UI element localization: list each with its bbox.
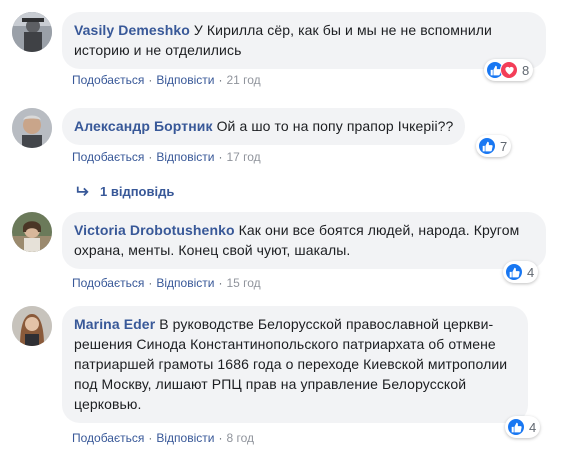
separator-dot: · bbox=[148, 73, 153, 87]
reaction-count: 8 bbox=[522, 62, 530, 78]
avatar[interactable] bbox=[12, 12, 52, 52]
like-link[interactable]: Подобається bbox=[72, 150, 144, 164]
replies-count-label: 1 відповідь bbox=[100, 183, 175, 199]
comment-actions: Подобається · Відповісти · 15 год bbox=[72, 275, 261, 291]
avatar[interactable] bbox=[12, 212, 52, 252]
comment-author[interactable]: Victoria Drobotushenko bbox=[74, 222, 235, 238]
reactions-summary[interactable]: 7 bbox=[476, 135, 512, 157]
reply-link[interactable]: Відповісти bbox=[156, 276, 214, 290]
separator-dot: · bbox=[148, 150, 153, 164]
reply-link[interactable]: Відповісти bbox=[156, 150, 214, 164]
comment-text: Ой а шо то на попу прапор Ічкеріі?? bbox=[216, 118, 454, 134]
reply-link[interactable]: Відповісти bbox=[156, 73, 214, 87]
reply-link[interactable]: Відповісти bbox=[156, 431, 214, 445]
comment-time[interactable]: 15 год bbox=[226, 276, 260, 290]
like-icon bbox=[478, 137, 496, 155]
comment-actions: Подобається · Відповісти · 8 год bbox=[72, 430, 254, 446]
separator-dot: · bbox=[218, 150, 223, 164]
love-icon bbox=[500, 61, 518, 79]
comment-author[interactable]: Александр Бортник bbox=[74, 118, 213, 134]
reaction-count: 7 bbox=[500, 138, 508, 154]
comment-actions: Подобається · Відповісти · 17 год bbox=[72, 149, 261, 165]
comment-bubble: Marina Eder В руководстве Белорусской пра… bbox=[62, 306, 528, 423]
reply-arrow-icon bbox=[76, 186, 89, 196]
reactions-summary[interactable]: 4 bbox=[505, 416, 541, 438]
comment-time[interactable]: 8 год bbox=[226, 431, 254, 445]
avatar[interactable] bbox=[12, 306, 52, 346]
reaction-count: 4 bbox=[529, 419, 537, 435]
separator-dot: · bbox=[148, 431, 153, 445]
like-link[interactable]: Подобається bbox=[72, 276, 144, 290]
comment-time[interactable]: 21 год bbox=[226, 73, 260, 87]
view-replies-link[interactable]: 1 відповідь bbox=[76, 180, 174, 202]
comment-bubble: Vasily Demeshko У Кирилла сёр, как бы и м… bbox=[62, 12, 546, 69]
comment-actions: Подобається · Відповісти · 21 год bbox=[72, 72, 261, 88]
separator-dot: · bbox=[218, 276, 223, 290]
comment-author[interactable]: Marina Eder bbox=[74, 316, 155, 332]
like-icon bbox=[507, 418, 525, 436]
like-icon bbox=[505, 263, 523, 281]
reaction-count: 4 bbox=[527, 264, 535, 280]
separator-dot: · bbox=[148, 276, 153, 290]
reactions-summary[interactable]: 8 bbox=[484, 59, 534, 81]
comment-bubble: Victoria Drobotushenko Как они все боятся… bbox=[62, 212, 546, 269]
like-link[interactable]: Подобається bbox=[72, 73, 144, 87]
comment-author[interactable]: Vasily Demeshko bbox=[74, 22, 190, 38]
separator-dot: · bbox=[218, 431, 223, 445]
avatar[interactable] bbox=[12, 108, 52, 148]
comment-time[interactable]: 17 год bbox=[226, 150, 260, 164]
like-link[interactable]: Подобається bbox=[72, 431, 144, 445]
separator-dot: · bbox=[218, 73, 223, 87]
reactions-summary[interactable]: 4 bbox=[503, 261, 539, 283]
comment-bubble: Александр Бортник Ой а шо то на попу прап… bbox=[62, 108, 466, 145]
